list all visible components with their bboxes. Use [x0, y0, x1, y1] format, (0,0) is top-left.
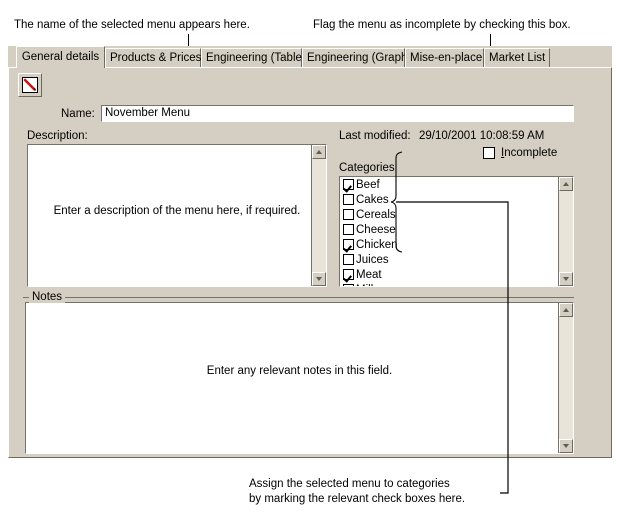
category-label: Cakes: [356, 193, 389, 206]
tab-products-prices[interactable]: Products & Prices: [105, 48, 201, 67]
annotation-categories-line1: Assign the selected menu to categories: [249, 478, 450, 490]
notes-scroll-up-button[interactable]: [559, 303, 573, 317]
name-input-value: November Menu: [105, 107, 191, 119]
category-item-cheese[interactable]: Cheese: [340, 222, 557, 237]
description-scroll-down-button[interactable]: [312, 272, 326, 286]
tab-market-list[interactable]: Market List: [484, 48, 550, 67]
categories-scroll-up-button[interactable]: [559, 177, 573, 191]
category-item-beef[interactable]: Beef: [340, 177, 557, 192]
category-label: Cheese: [356, 223, 396, 236]
description-text: Enter a description of the menu here, if…: [53, 205, 301, 217]
incomplete-label-rest: ncomplete: [504, 147, 558, 159]
triangle-down-icon: [563, 444, 569, 448]
checkbox-icon[interactable]: [343, 239, 354, 250]
tab-panel-general-details: Name: November Menu Description: Enter a…: [8, 67, 612, 458]
edit-menu-button[interactable]: [18, 73, 42, 97]
triangle-down-icon: [563, 277, 569, 281]
categories-scroll-down-button[interactable]: [559, 272, 573, 286]
incomplete-checkbox[interactable]: [483, 147, 495, 159]
tab-label: Engineering (Graph): [307, 52, 412, 64]
description-textarea[interactable]: Enter a description of the menu here, if…: [27, 144, 327, 287]
category-item-chicken[interactable]: Chicken: [340, 237, 557, 252]
checkbox-icon[interactable]: [343, 209, 354, 220]
tab-engineering-graph[interactable]: Engineering (Graph): [302, 48, 411, 67]
category-label: Juices: [356, 253, 389, 266]
tab-label: Market List: [489, 52, 546, 64]
category-label: Beef: [356, 178, 380, 191]
menu-details-dialog: General details Products & Prices Engine…: [8, 46, 612, 458]
tab-mise-en-place[interactable]: Mise-en-place: [405, 48, 484, 67]
categories-list-items: Beef Cakes Cereals Cheese Chicken Juices…: [340, 177, 557, 286]
triangle-up-icon: [563, 308, 569, 312]
category-item-meat[interactable]: Meat: [340, 267, 557, 282]
categories-list[interactable]: Beef Cakes Cereals Cheese Chicken Juices…: [339, 176, 574, 287]
last-modified-value: 29/10/2001 10:08:59 AM: [419, 130, 545, 142]
description-label: Description:: [27, 130, 88, 142]
checkbox-icon[interactable]: [343, 224, 354, 235]
last-modified-label: Last modified:: [339, 130, 411, 142]
name-label: Name:: [61, 108, 95, 120]
annotation-categories: Assign the selected menu to categories by…: [249, 477, 465, 507]
tab-label: Engineering (Table): [206, 52, 306, 64]
notes-text: Enter any relevant notes in this field.: [206, 365, 393, 377]
incomplete-label: Incomplete: [501, 147, 557, 159]
checkbox-icon[interactable]: [343, 194, 354, 205]
notes-textarea[interactable]: Enter any relevant notes in this field.: [25, 302, 574, 454]
category-item-milk[interactable]: Milk: [340, 282, 557, 286]
tab-label: Mise-en-place: [410, 52, 483, 64]
tab-label: General details: [21, 51, 100, 63]
tab-label: Products & Prices: [110, 52, 202, 64]
checkbox-icon[interactable]: [343, 254, 354, 265]
category-item-juices[interactable]: Juices: [340, 252, 557, 267]
triangle-down-icon: [316, 277, 322, 281]
description-scroll-up-button[interactable]: [312, 145, 326, 159]
notes-scroll-down-button[interactable]: [559, 439, 573, 453]
category-label: Cereals: [356, 208, 396, 221]
checkbox-icon[interactable]: [343, 269, 354, 280]
category-label: Chicken: [356, 238, 398, 251]
tab-strip: General details Products & Prices Engine…: [8, 46, 612, 68]
category-label: Meat: [356, 268, 382, 281]
category-item-cakes[interactable]: Cakes: [340, 192, 557, 207]
notes-scrollbar[interactable]: [558, 303, 573, 453]
checkbox-icon[interactable]: [343, 179, 354, 190]
annotation-name-field: The name of the selected menu appears he…: [14, 19, 250, 31]
categories-scrollbar[interactable]: [558, 177, 573, 286]
notes-group-label: Notes: [29, 291, 66, 303]
category-item-cereals[interactable]: Cereals: [340, 207, 557, 222]
annotation-categories-line2: by marking the relevant check boxes here…: [249, 493, 466, 505]
triangle-up-icon: [316, 150, 322, 154]
notes-groupbox: [23, 297, 574, 299]
categories-label: Categories: [339, 162, 395, 174]
tab-general-details[interactable]: General details: [16, 46, 105, 68]
annotation-incomplete-checkbox: Flag the menu as incomplete by checking …: [313, 19, 571, 31]
triangle-up-icon: [563, 182, 569, 186]
name-input[interactable]: November Menu: [101, 105, 574, 122]
tab-engineering-table[interactable]: Engineering (Table): [201, 48, 306, 67]
edit-pencil-icon: [19, 77, 41, 93]
category-label: Milk: [356, 284, 376, 287]
checkbox-icon[interactable]: [343, 284, 354, 286]
description-scrollbar[interactable]: [311, 145, 326, 286]
